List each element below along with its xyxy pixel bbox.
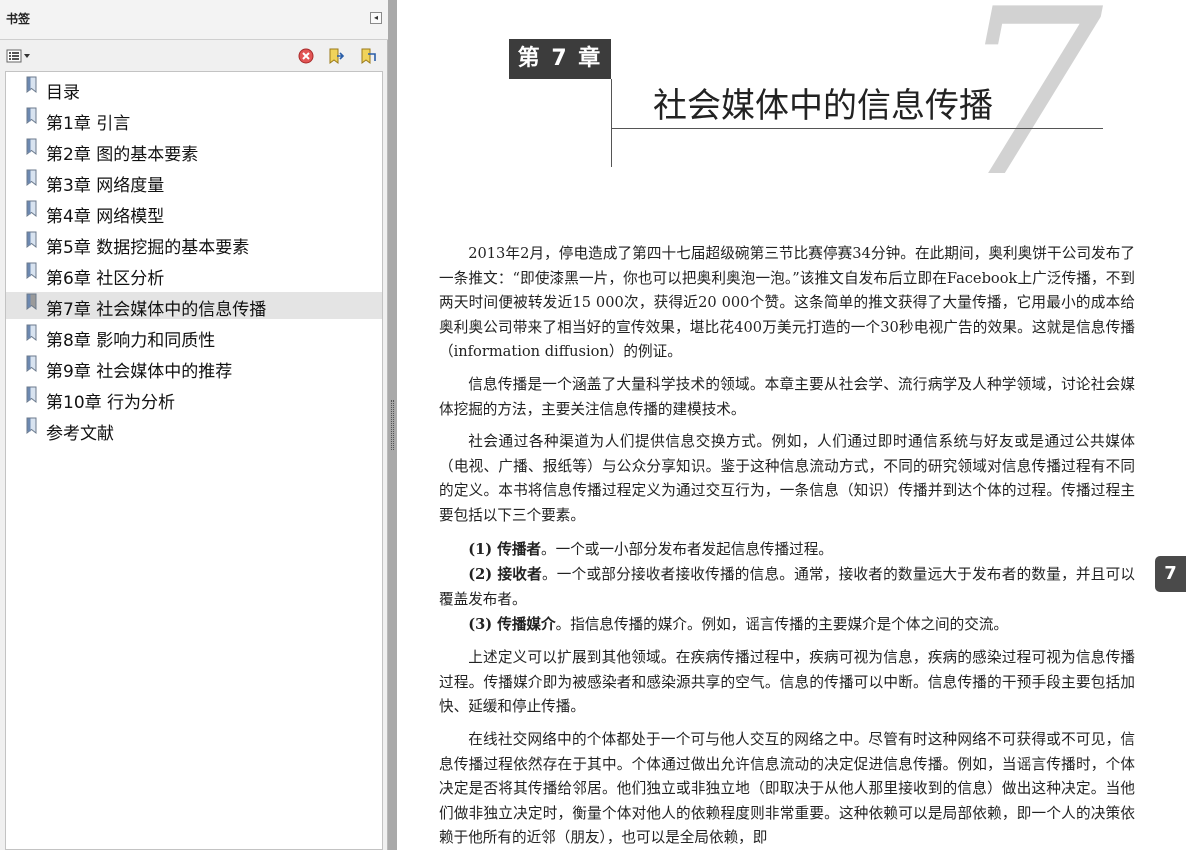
- bookmark-label: 第7章 社会媒体中的信息传播: [46, 300, 267, 320]
- bookmark-item[interactable]: 第1章 引言: [6, 106, 382, 134]
- bookmark-label: 第4章 网络模型: [46, 207, 165, 227]
- paragraph: 在线社交网络中的个体都处于一个可与他人交互的网络之中。尽管有时这种网络不可获得或…: [439, 731, 1135, 846]
- list-item: (2) 接收者。一个或部分接收者接收传播的信息。通常，接收者的数量远大于发布者的…: [439, 563, 1135, 612]
- bookmark-label: 第2章 图的基本要素: [46, 145, 199, 165]
- bookmark-icon: [25, 107, 39, 125]
- bookmark-item[interactable]: 第6章 社区分析: [6, 261, 382, 289]
- document-page: 7 第 7 章 社会媒体中的信息传播 2013年2月，停电造成了第四十七届超级碗…: [397, 0, 1186, 850]
- bookmark-icon: [25, 200, 39, 218]
- bookmark-label: 第1章 引言: [46, 114, 131, 134]
- bookmark-icon: [25, 231, 39, 249]
- bookmark-tree: 目录第1章 引言第2章 图的基本要素 第3章 网络度量 第4章 网络模型第5章 数据…: [5, 71, 383, 850]
- bookmark-item[interactable]: 第4章 网络模型: [6, 199, 382, 227]
- bookmark-icon: [25, 324, 39, 342]
- panel-title: 书签: [6, 12, 31, 26]
- bookmark-icon: [25, 138, 39, 156]
- list-item-term: (1) 传播者: [468, 541, 542, 558]
- paragraph: 2013年2月，停电造成了第四十七届超级碗第三节比赛停赛34分钟。在此期间，奥利…: [439, 245, 1135, 360]
- list-item-term: (2) 接收者: [468, 566, 542, 583]
- panel-header: 书签 ◂: [0, 0, 388, 40]
- list-item-text: 。指信息传播的媒介。例如，谣言传播的主要媒介是个体之间的交流。: [555, 616, 1009, 633]
- bookmark-item[interactable]: 参考文献: [6, 416, 382, 444]
- bookmark-item[interactable]: 第7章 社会媒体中的信息传播: [6, 292, 382, 320]
- bookmark-icon: [25, 417, 39, 435]
- bookmark-item[interactable]: 第10章 行为分析: [6, 385, 382, 413]
- new-bookmark-icon[interactable]: [359, 48, 377, 64]
- panel-splitter[interactable]: [388, 0, 397, 850]
- bookmark-icon: [25, 76, 39, 94]
- chapter-thumb-tab: 7: [1155, 556, 1186, 592]
- bookmark-label: 目录: [46, 83, 80, 103]
- bookmark-icon: [25, 386, 39, 404]
- bookmarks-toolbar: [0, 41, 388, 71]
- paragraph: 上述定义可以扩展到其他领域。在疾病传播过程中，疾病可视为信息，疾病的感染过程可视…: [439, 649, 1135, 715]
- list-item-term: (3) 传播媒介: [468, 616, 556, 633]
- bookmark-label: 第5章 数据挖掘的基本要素: [46, 238, 250, 258]
- bookmark-label: 第3章 网络度量: [46, 176, 165, 196]
- bookmark-icon: [25, 169, 39, 187]
- bookmark-label: 第6章 社区分析: [46, 269, 165, 289]
- paragraph: 社会通过各种渠道为人们提供信息交换方式。例如，人们通过即时通信系统与好友或是通过…: [439, 433, 1135, 524]
- expand-bookmark-icon[interactable]: [327, 48, 345, 64]
- bookmark-icon: [25, 355, 39, 373]
- chapter-badge: 第 7 章: [509, 39, 611, 79]
- options-menu-icon[interactable]: [6, 48, 32, 64]
- bookmarks-panel: 书签 ◂ 目录 第1章 引言 第2章 图的基本要素 第3章 网络度量 第4章 网…: [0, 0, 388, 850]
- bookmark-label: 第10章 行为分析: [46, 393, 176, 413]
- title-divider-horizontal: [611, 128, 1103, 129]
- list-item-text: 。一个或部分接收者接收传播的信息。通常，接收者的数量远大于发布者的数量，并且可以…: [439, 566, 1135, 608]
- list-item: (3) 传播媒介。指信息传播的媒介。例如，谣言传播的主要媒介是个体之间的交流。: [439, 613, 1135, 638]
- splitter-grip[interactable]: [391, 400, 394, 450]
- list-item: (1) 传播者。一个或一小部分发布者发起信息传播过程。: [439, 538, 1135, 563]
- chapter-title: 社会媒体中的信息传播: [653, 86, 993, 126]
- bookmark-label: 第8章 影响力和同质性: [46, 331, 216, 351]
- collapse-panel-button[interactable]: ◂: [370, 12, 382, 24]
- delete-bookmark-icon[interactable]: [297, 48, 315, 64]
- paragraph: 信息传播是一个涵盖了大量科学技术的领域。本章主要从社会学、流行病学及人种学领域，…: [439, 376, 1135, 418]
- bookmark-icon: [25, 293, 39, 311]
- bookmark-item[interactable]: 第9章 社会媒体中的推荐: [6, 354, 382, 382]
- bookmark-label: 参考文献: [46, 424, 114, 444]
- bookmark-item[interactable]: 第8章 影响力和同质性: [6, 323, 382, 351]
- list-item-text: 。一个或一小部分发布者发起信息传播过程。: [541, 541, 833, 558]
- bookmark-item[interactable]: 第2章 图的基本要素: [6, 137, 382, 165]
- title-divider-vertical: [611, 79, 612, 167]
- bookmark-label: 第9章 社会媒体中的推荐: [46, 362, 233, 382]
- bookmark-item[interactable]: 目录: [6, 75, 382, 103]
- bookmark-icon: [25, 262, 39, 280]
- bookmark-item[interactable]: 第3章 网络度量: [6, 168, 382, 196]
- bookmark-item[interactable]: 第5章 数据挖掘的基本要素: [6, 230, 382, 258]
